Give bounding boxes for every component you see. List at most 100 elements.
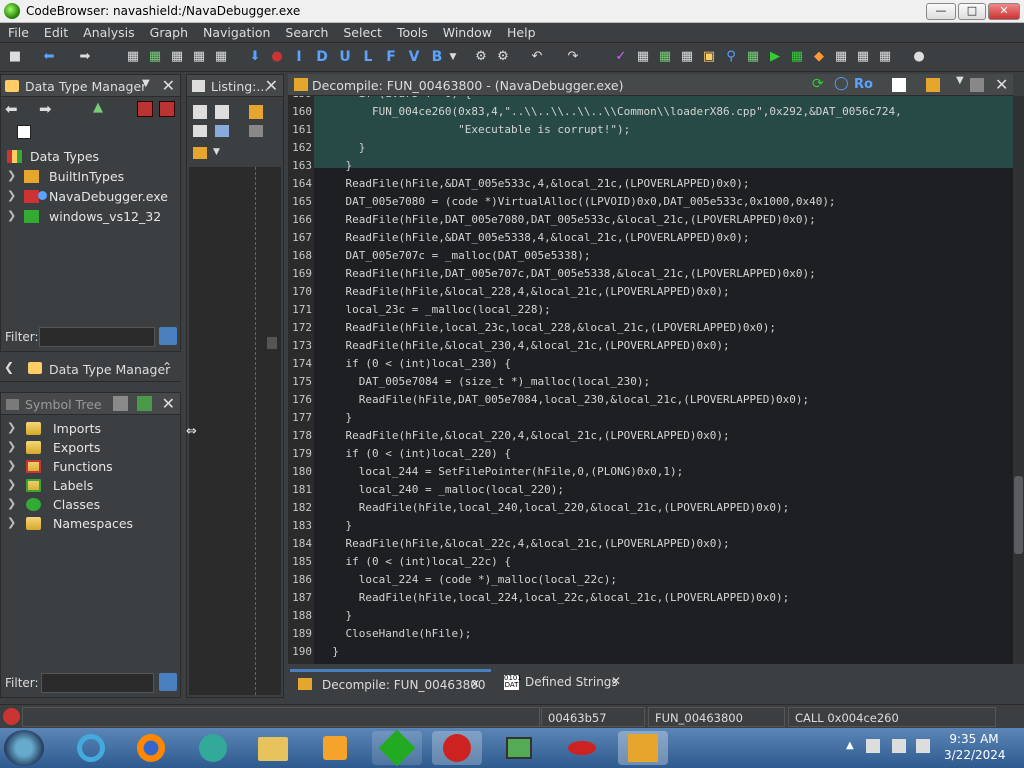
- nav-instruction-button[interactable]: I: [290, 48, 308, 66]
- readonly-icon[interactable]: Ro: [854, 77, 873, 92]
- tool-icon-11[interactable]: ●: [910, 48, 928, 66]
- code-line[interactable]: DAT_005e7080 = (code *)VirtualAlloc((LPV…: [319, 195, 835, 208]
- menu-help[interactable]: Help: [499, 23, 543, 40]
- symbol-tree-item[interactable]: ❯ Labels: [1, 476, 180, 496]
- export-icon[interactable]: [137, 396, 152, 411]
- tool-icon-10[interactable]: ▦: [876, 48, 894, 66]
- nav-icon-5[interactable]: ▦: [212, 48, 230, 66]
- filter-input[interactable]: [39, 327, 155, 347]
- code-line[interactable]: }: [319, 609, 352, 622]
- tool-icon-3[interactable]: ▦: [656, 48, 674, 66]
- listing-title[interactable]: Listing:...: [211, 79, 268, 94]
- tree-root[interactable]: Data Types: [1, 147, 180, 167]
- ghidra-taskbar-icon[interactable]: [432, 731, 482, 765]
- code-line[interactable]: }: [319, 159, 352, 172]
- refresh-icon[interactable]: ⟳: [812, 76, 824, 92]
- options-icon[interactable]: [193, 147, 207, 159]
- undo-icon[interactable]: ↶: [528, 48, 546, 66]
- expand-arrow-icon[interactable]: ❯: [7, 478, 16, 491]
- menu-select[interactable]: Select: [335, 23, 389, 40]
- chevron-down-icon[interactable]: ▼: [142, 78, 150, 89]
- tree-item[interactable]: ❯ windows_vs12_32: [1, 207, 180, 227]
- tool-icon-4[interactable]: ▦: [678, 48, 696, 66]
- close-icon[interactable]: ✕: [162, 76, 175, 95]
- start-button[interactable]: [4, 730, 44, 766]
- chevron-up-icon[interactable]: ⌃: [162, 360, 172, 374]
- graph-icon[interactable]: ◯: [834, 76, 849, 91]
- down-arrow-icon[interactable]: ⬇: [246, 48, 264, 66]
- symbol-tree-item[interactable]: ❯ Functions: [1, 457, 180, 477]
- tab-decompile[interactable]: Decompile: FUN_00463800 ✕: [290, 669, 491, 695]
- edit-icon[interactable]: [926, 78, 940, 92]
- collapse-all-icon[interactable]: [17, 125, 31, 139]
- code-line[interactable]: local_23c = _malloc(local_228);: [319, 303, 550, 316]
- code-line[interactable]: DAT_005e707c = _malloc(DAT_005e5338);: [319, 249, 590, 262]
- tool-icon-9[interactable]: ▦: [854, 48, 872, 66]
- tool-icon-2[interactable]: ▦: [634, 48, 652, 66]
- tray-volume-icon[interactable]: [916, 739, 930, 753]
- close-icon[interactable]: ✕: [611, 674, 621, 688]
- code-line[interactable]: if (0 < (int)local_22c) {: [319, 555, 511, 568]
- expand-arrow-icon[interactable]: ❯: [7, 169, 16, 182]
- nav-label-button[interactable]: L: [359, 48, 377, 66]
- folder-icon[interactable]: ▣: [700, 48, 718, 66]
- code-line[interactable]: }: [319, 411, 352, 424]
- app-monitor-icon[interactable]: [494, 731, 544, 765]
- app-binary-icon[interactable]: [618, 731, 668, 765]
- code-line[interactable]: ReadFile(hFile,&local_22c,4,&local_21c,(…: [319, 537, 729, 550]
- symbol-tree-item[interactable]: ❯ Imports: [1, 419, 180, 439]
- expand-arrow-icon[interactable]: ❯: [7, 440, 16, 453]
- expand-arrow-icon[interactable]: ❯: [7, 516, 16, 529]
- tray-expand-icon[interactable]: ▲: [846, 740, 854, 751]
- app-green-icon[interactable]: [372, 729, 422, 767]
- code-line[interactable]: ReadFile(hFile,local_23c,local_228,&loca…: [319, 321, 775, 334]
- tool-icon-8[interactable]: ▦: [832, 48, 850, 66]
- menu-graph[interactable]: Graph: [142, 23, 195, 40]
- code-line[interactable]: ReadFile(hFile,&local_228,4,&local_21c,(…: [319, 285, 729, 298]
- filter-options-icon[interactable]: [159, 327, 177, 345]
- chevron-down-icon[interactable]: ▼: [444, 48, 462, 66]
- code-line[interactable]: "Executable is corrupt!");: [319, 123, 630, 136]
- chevron-down-icon[interactable]: ▼: [956, 75, 964, 86]
- menu-search[interactable]: Search: [277, 23, 335, 40]
- code-line[interactable]: ReadFile(hFile,DAT_005e707c,DAT_005e5338…: [319, 267, 815, 280]
- menu-file[interactable]: File: [0, 23, 36, 40]
- chevron-left-icon[interactable]: ❮: [4, 360, 14, 374]
- close-icon[interactable]: ✕: [470, 677, 480, 691]
- close-button[interactable]: ✕: [988, 3, 1020, 20]
- expand-arrow-icon[interactable]: ❯: [7, 421, 16, 434]
- edit-icon[interactable]: [249, 105, 263, 119]
- app-globe-icon[interactable]: [188, 731, 238, 765]
- vertical-scrollbar[interactable]: [1013, 96, 1024, 664]
- code-line[interactable]: ReadFile(hFile,&DAT_005e533c,4,&local_21…: [319, 177, 749, 190]
- stop-icon[interactable]: ●: [268, 48, 286, 66]
- back-arrow-icon[interactable]: ⬅: [40, 48, 58, 66]
- tool-icon-1[interactable]: ✓: [612, 48, 630, 66]
- forward-arrow-icon[interactable]: ➡: [76, 48, 94, 66]
- listing-body[interactable]: [189, 167, 281, 695]
- symbol-tree-item[interactable]: ❯ Exports: [1, 438, 180, 458]
- code-line[interactable]: local_224 = (code *)_malloc(local_22c);: [319, 573, 617, 586]
- code-line[interactable]: local_244 = SetFilePointer(hFile,0,(PLON…: [319, 465, 684, 478]
- code-line[interactable]: if (iVar3 != 0) {: [319, 96, 472, 100]
- code-line[interactable]: }: [319, 141, 366, 154]
- filter-input[interactable]: [41, 673, 154, 693]
- save-icon[interactable]: ■: [6, 48, 24, 66]
- code-line[interactable]: ReadFile(hFile,DAT_005e7080,DAT_005e533c…: [319, 213, 815, 226]
- paste-icon[interactable]: [215, 105, 229, 119]
- tree-item[interactable]: ❯ BuiltInTypes: [1, 167, 180, 187]
- media-player-icon[interactable]: [310, 731, 360, 765]
- maximize-button[interactable]: □: [958, 3, 986, 20]
- nav-undefined-button[interactable]: U: [336, 48, 354, 66]
- filter-options-icon[interactable]: [159, 673, 177, 691]
- nav-function-button[interactable]: F: [382, 48, 400, 66]
- nav-icon-4[interactable]: ▦: [190, 48, 208, 66]
- firefox-icon[interactable]: [126, 731, 176, 765]
- nav-value-button[interactable]: V: [405, 48, 423, 66]
- clock-time[interactable]: 9:35 AM: [944, 732, 1004, 746]
- code-line[interactable]: ReadFile(hFile,DAT_005e7084,local_230,&l…: [319, 393, 809, 406]
- code-line[interactable]: ReadFile(hFile,local_240,local_220,&loca…: [319, 501, 789, 514]
- nav-data-button[interactable]: D: [313, 48, 331, 66]
- code-line[interactable]: }: [319, 519, 352, 532]
- nav-icon-1[interactable]: ▦: [124, 48, 142, 66]
